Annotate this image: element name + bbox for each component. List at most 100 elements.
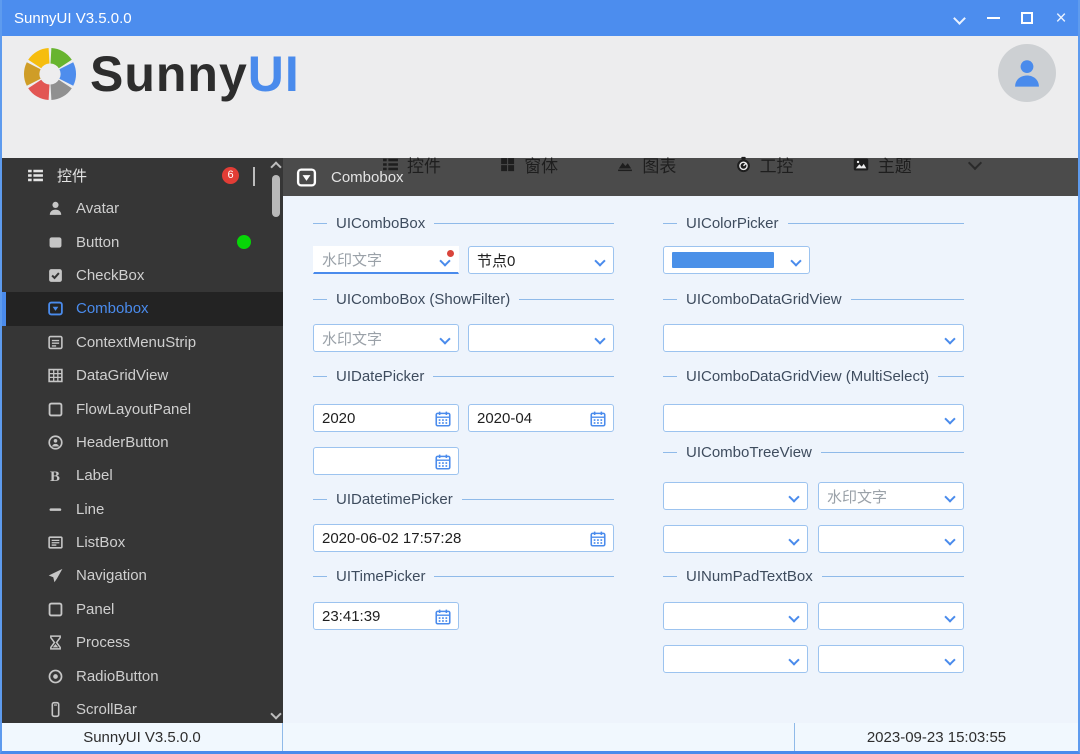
sidebar-header-controls[interactable]: 控件 6 bbox=[2, 158, 283, 192]
group-title-uinumpadtextbox: UINumPadTextBox bbox=[663, 566, 964, 586]
combotreeview-field-1[interactable] bbox=[663, 482, 808, 510]
calendar-icon bbox=[590, 531, 606, 547]
calendar-icon bbox=[435, 609, 451, 625]
datepicker-year[interactable]: 2020 bbox=[313, 404, 459, 432]
chevron-down-icon bbox=[944, 491, 956, 503]
listbox-icon bbox=[46, 534, 64, 551]
sidebar-scrollbar[interactable] bbox=[269, 158, 283, 723]
chevron-down-icon bbox=[944, 534, 956, 546]
chevron-down-icon bbox=[944, 654, 956, 666]
nav-item-themes[interactable]: 主题 bbox=[852, 152, 912, 177]
color-swatch bbox=[672, 252, 774, 268]
sidebar-item-label[interactable]: B Label bbox=[2, 459, 283, 492]
list-icon bbox=[383, 158, 398, 171]
status-datetime: 2023-09-23 15:03:55 bbox=[866, 728, 1007, 746]
windows-icon bbox=[501, 158, 515, 172]
sidebar-item-process[interactable]: Process bbox=[2, 626, 283, 659]
numpad-field-4[interactable] bbox=[818, 645, 964, 673]
nav-item-forms[interactable]: 窗体 bbox=[499, 152, 558, 177]
sidebar-item-flowlayoutpanel[interactable]: FlowLayoutPanel bbox=[2, 392, 283, 425]
collapse-group-button[interactable] bbox=[253, 166, 255, 186]
sidebar-item-checkbox[interactable]: CheckBox bbox=[2, 259, 283, 292]
sidebar: 控件 6 Avatar Button CheckBox Combobox Con… bbox=[2, 158, 283, 723]
user-avatar[interactable] bbox=[998, 44, 1056, 102]
combobox-filter-watermark[interactable]: 水印文字 bbox=[313, 324, 459, 352]
combodatagridview-multiselect-field[interactable] bbox=[663, 404, 964, 432]
app-body: 控件 6 Avatar Button CheckBox Combobox Con… bbox=[2, 158, 1078, 723]
minimize-icon bbox=[986, 17, 1000, 19]
main-nav: 控件 窗体 图表 工控 主题 bbox=[382, 152, 983, 177]
sidebar-item-radiobutton[interactable]: RadioButton bbox=[2, 659, 283, 692]
group-title-uicombodatagridview-multiselect: UIComboDataGridView (MultiSelect) bbox=[663, 366, 964, 386]
maximize-button[interactable] bbox=[1010, 0, 1044, 36]
notification-badge: 6 bbox=[222, 166, 239, 184]
collapse-button[interactable] bbox=[942, 0, 976, 36]
status-bar: SunnyUI V3.5.0.0 2023-09-23 15:03:55 bbox=[2, 723, 1078, 751]
sidebar-item-scrollbar[interactable]: ScrollBar bbox=[2, 693, 283, 723]
image-icon bbox=[853, 158, 868, 171]
combobox-icon bbox=[296, 167, 317, 187]
chevron-down-icon bbox=[594, 255, 606, 267]
combodatagridview-field[interactable] bbox=[663, 324, 964, 352]
numpad-field-2[interactable] bbox=[818, 602, 964, 630]
combotreeview-field-3[interactable] bbox=[663, 525, 808, 553]
checkbox-icon bbox=[46, 267, 64, 284]
combotreeview-field-2[interactable]: 水印文字 bbox=[818, 482, 964, 510]
scroll-up-icon[interactable] bbox=[270, 161, 282, 173]
window-controls: × bbox=[942, 0, 1078, 36]
chevron-down-icon bbox=[594, 333, 606, 345]
chevron-down-icon bbox=[788, 491, 800, 503]
timepicker-field[interactable]: 23:41:39 bbox=[313, 602, 459, 630]
nav-item-industrial[interactable]: 工控 bbox=[735, 152, 794, 177]
close-icon: × bbox=[1055, 7, 1067, 29]
sidebar-item-headerbutton[interactable]: HeaderButton bbox=[2, 426, 283, 459]
sidebar-item-navigation[interactable]: Navigation bbox=[2, 559, 283, 592]
sidebar-item-datagridview[interactable]: DataGridView bbox=[2, 359, 283, 392]
context-menu-icon bbox=[46, 334, 64, 351]
button-icon bbox=[46, 234, 64, 251]
paper-plane-icon bbox=[46, 567, 64, 584]
sidebar-item-listbox[interactable]: ListBox bbox=[2, 526, 283, 559]
group-title-uitimepicker: UITimePicker bbox=[313, 566, 614, 586]
header-button-icon bbox=[46, 434, 64, 451]
combobox-filter-empty[interactable] bbox=[468, 324, 614, 352]
status-dot bbox=[237, 235, 251, 250]
scrollbar-thumb[interactable] bbox=[272, 175, 280, 217]
chevron-down-icon bbox=[944, 413, 956, 425]
datepicker-empty[interactable] bbox=[313, 447, 459, 475]
chevron-down-icon bbox=[788, 534, 800, 546]
chart-icon bbox=[618, 162, 633, 172]
numpad-field-1[interactable] bbox=[663, 602, 808, 630]
scroll-down-icon[interactable] bbox=[270, 708, 282, 720]
combotreeview-field-4[interactable] bbox=[818, 525, 964, 553]
sidebar-item-combobox[interactable]: Combobox bbox=[2, 292, 283, 326]
sidebar-item-line[interactable]: Line bbox=[2, 493, 283, 526]
sunnyui-wheel-icon bbox=[23, 48, 77, 100]
combobox-watermark[interactable]: 水印文字 bbox=[313, 246, 459, 274]
group-title-uicombobox: UIComboBox bbox=[313, 213, 614, 233]
group-title-uicombobox-showfilter: UIComboBox (ShowFilter) bbox=[313, 289, 614, 309]
sidebar-item-panel[interactable]: Panel bbox=[2, 593, 283, 626]
app-window: SunnyUI V3.5.0.0 × SunnyUI 控件 窗体 图表 工控 主… bbox=[0, 0, 1080, 754]
combobox-node[interactable]: 节点0 bbox=[468, 246, 614, 274]
chevron-down-icon bbox=[952, 11, 966, 25]
datetimepicker-field[interactable]: 2020-06-02 17:57:28 bbox=[313, 524, 614, 552]
sidebar-item-contextmenustrip[interactable]: ContextMenuStrip bbox=[2, 326, 283, 359]
logo-text: SunnyUI bbox=[90, 46, 300, 102]
colorpicker-field[interactable] bbox=[663, 246, 810, 274]
group-title-uidatetimepicker: UIDatetimePicker bbox=[313, 489, 614, 509]
close-button[interactable]: × bbox=[1044, 0, 1078, 36]
numpad-field-3[interactable] bbox=[663, 645, 808, 673]
chevron-down-icon bbox=[944, 333, 956, 345]
minimize-button[interactable] bbox=[976, 0, 1010, 36]
left-column: UIComboBox 水印文字 节点0 UIComboBox (ShowFilt… bbox=[313, 196, 614, 723]
datepicker-month[interactable]: 2020-04 bbox=[468, 404, 614, 432]
nav-item-charts[interactable]: 图表 bbox=[616, 152, 676, 177]
chevron-down-icon bbox=[790, 255, 802, 267]
nav-item-controls[interactable]: 控件 bbox=[382, 152, 441, 177]
sidebar-item-button[interactable]: Button bbox=[2, 225, 283, 258]
right-column: UIColorPicker UIComboDataGridView UIComb… bbox=[663, 196, 964, 723]
sidebar-header-label: 控件 bbox=[57, 167, 88, 185]
sidebar-item-avatar[interactable]: Avatar bbox=[2, 192, 283, 225]
themes-dropdown-chevron-icon[interactable] bbox=[967, 155, 983, 170]
